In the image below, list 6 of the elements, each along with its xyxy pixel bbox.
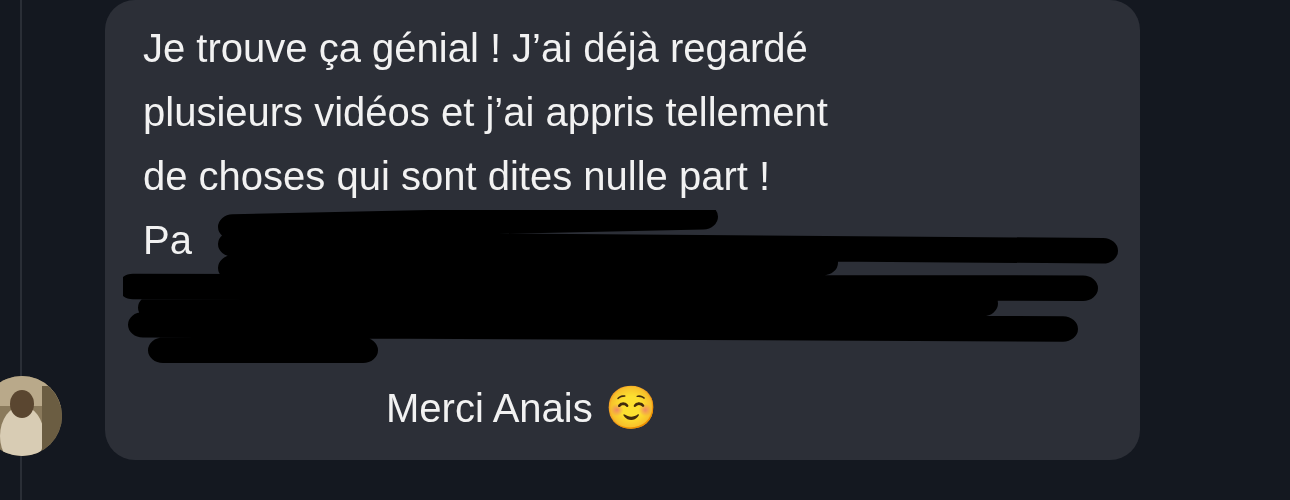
message-text: Pa [143, 217, 193, 264]
message-text: Merci Anais [386, 385, 593, 432]
message-text: plusieurs vidéos et j’ai appris tellement [143, 89, 829, 136]
smiley-emoji: ☺ [604, 383, 657, 433]
message-text: Je trouve ça génial ! J’ai déjà regardé [143, 25, 809, 72]
message-text: de choses qui sont dites nulle part ! [143, 153, 772, 200]
